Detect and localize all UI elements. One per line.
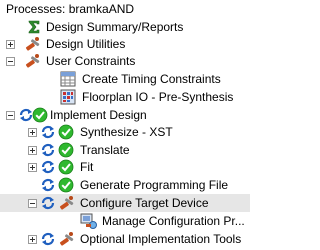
refresh-icon [40,231,56,247]
tree-item-design-utilities[interactable]: Design Utilities [0,35,250,53]
refresh-icon [40,124,56,140]
tree-item-label: Implement Design [50,108,147,122]
tools-icon [24,53,40,69]
tree-item-fit[interactable]: Fit [0,158,250,176]
tree-item-label: User Constraints [46,54,136,68]
tree-item-optional-implementation-tools[interactable]: Optional Implementation Tools [0,230,250,248]
tools-icon [58,231,74,247]
refresh-icon [40,177,56,193]
check-icon [58,124,74,140]
tools-icon [58,195,74,211]
sigma-icon [26,19,42,35]
processes-header: Processes: bramkaAND [0,0,250,16]
collapse-toggle[interactable] [6,57,15,66]
check-icon [58,177,74,193]
expand-toggle[interactable] [28,163,37,172]
tree-item-create-timing-constraints[interactable]: Create Timing Constraints [0,70,250,88]
tree-item-floorplan-io[interactable]: Floorplan IO - Pre-Synthesis [0,88,250,106]
tree-item-label: Configure Target Device [80,196,209,210]
processes-title: Processes: bramkaAND [6,2,135,16]
tree-item-synthesize-xst[interactable]: Synthesize - XST [0,123,250,141]
device-config-icon [80,213,97,229]
check-icon [58,159,74,175]
collapse-toggle[interactable] [6,111,15,120]
tree-item-configure-target-device[interactable]: Configure Target Device [0,194,250,212]
expand-toggle[interactable] [28,128,37,137]
tree-item-label: Floorplan IO - Pre-Synthesis [82,90,234,104]
expand-toggle[interactable] [6,40,15,49]
refresh-icon [40,195,56,211]
tree-item-manage-configuration[interactable]: Manage Configuration Pr... [0,212,250,230]
chip-grid-icon [60,89,76,105]
check-icon [58,142,74,158]
tree-item-label: Design Summary/Reports [46,20,184,34]
tools-icon [24,36,40,52]
process-tree[interactable]: Design Summary/Reports Design Utilities … [0,18,250,248]
expand-toggle[interactable] [28,235,37,244]
tree-item-label: Synthesize - XST [80,125,173,139]
grid-icon [60,71,76,87]
tree-item-label: Create Timing Constraints [82,72,221,86]
tree-item-label: Fit [80,160,94,174]
refresh-icon [40,159,56,175]
refresh-icon [40,142,56,158]
tree-item-label: Translate [80,143,130,157]
tree-item-label: Manage Configuration Pr... [102,214,245,228]
tree-item-user-constraints[interactable]: User Constraints [0,52,250,70]
tree-item-label: Optional Implementation Tools [80,232,242,246]
collapse-toggle[interactable] [28,199,37,208]
tree-item-implement-design[interactable]: Implement Design [0,106,250,124]
expand-toggle[interactable] [28,146,37,155]
tree-item-design-summary[interactable]: Design Summary/Reports [0,18,250,36]
check-icon [32,107,48,123]
tree-item-label: Generate Programming File [80,178,229,192]
tree-item-generate-programming-file[interactable]: Generate Programming File [0,176,250,194]
tree-item-translate[interactable]: Translate [0,141,250,159]
tree-item-label: Design Utilities [46,37,126,51]
